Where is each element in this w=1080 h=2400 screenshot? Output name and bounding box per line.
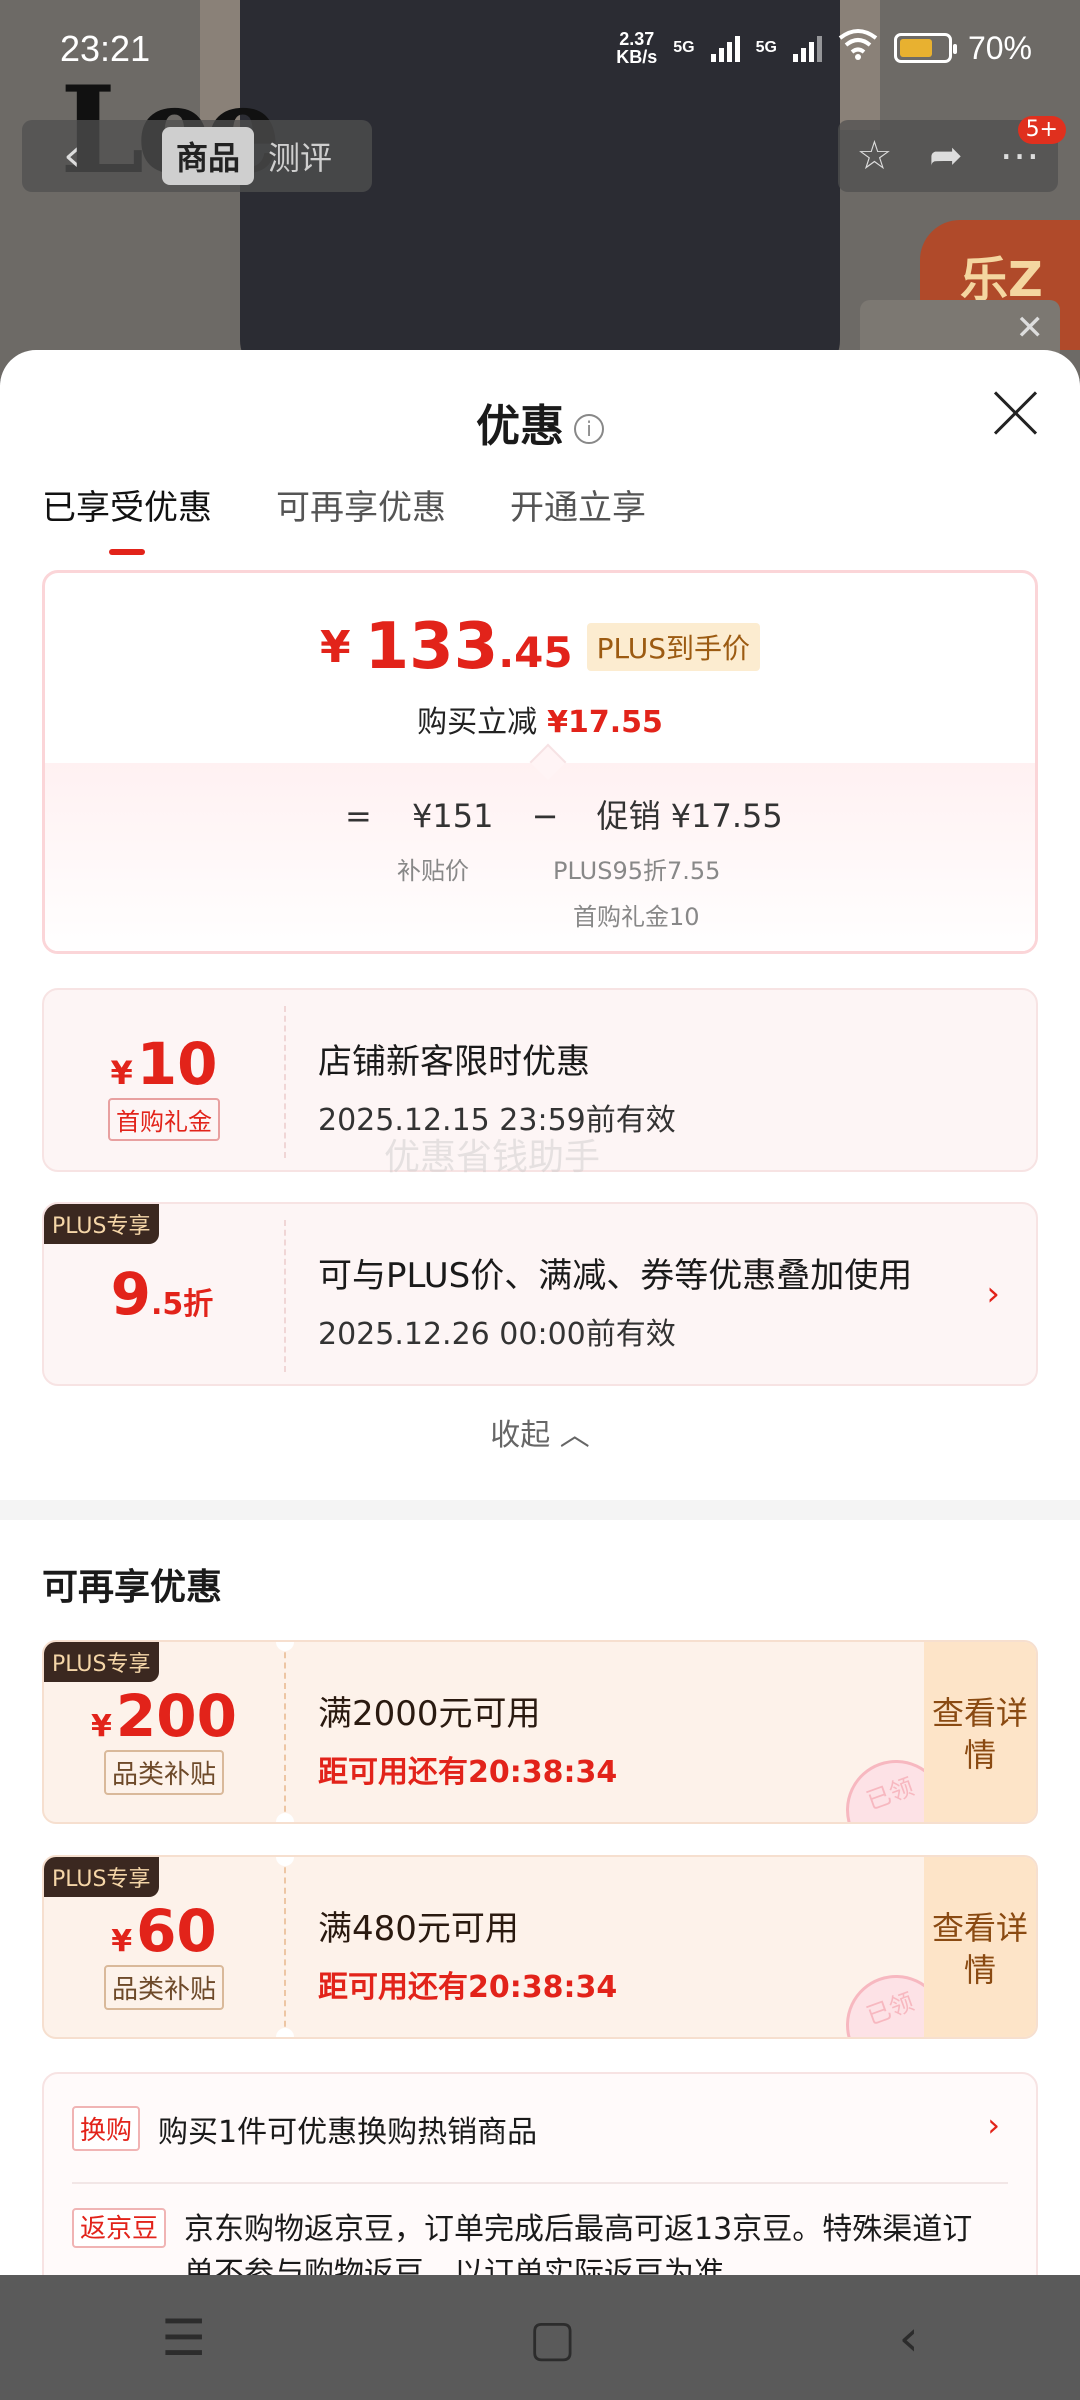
- signal-label-2: 5G: [755, 39, 777, 56]
- price-formula: = ¥151 − 促销 ¥17.55: [345, 797, 783, 835]
- promo-detail-1: PLUS95折7.55: [553, 857, 721, 885]
- net-speed: 2.37 KB/s: [616, 29, 658, 67]
- info-icon[interactable]: i: [574, 414, 604, 444]
- coupon-label: 首购礼金: [108, 1098, 220, 1141]
- coupon-countdown: 距可用还有20:38:34: [318, 1970, 618, 2005]
- coupon-title: 满480元可用: [318, 1909, 519, 1949]
- tab-product[interactable]: 商品: [162, 127, 255, 185]
- subsidy-label: 补贴价: [397, 857, 469, 885]
- price-breakdown: = ¥151 − 促销 ¥17.55 补贴价 PLUS95折7.55 首购礼金1…: [45, 763, 1035, 951]
- battery-percent: 70%: [967, 29, 1032, 66]
- divider: [284, 1220, 286, 1372]
- coupon-amount: ¥200: [91, 1682, 237, 1750]
- section-divider: [0, 1500, 1080, 1520]
- promo-detail-2: 首购礼金10: [573, 903, 700, 931]
- plus-price-tag: PLUS到手价: [586, 623, 760, 671]
- view-details-button[interactable]: 查看详情: [924, 1857, 1036, 2037]
- divider: [284, 1642, 286, 1822]
- message-badge: 5+: [1017, 116, 1066, 144]
- price-summary-card: ¥ 133 .45 PLUS到手价 购买立减 ¥17.55 = ¥151 − 促销…: [42, 570, 1038, 954]
- share-icon[interactable]: ➦: [929, 133, 963, 179]
- coupon-label: 品类补贴: [103, 1965, 224, 2010]
- discount-tabs: 已享受优惠 可再享优惠 开通立享: [42, 480, 646, 555]
- tab-activate[interactable]: 开通立享: [510, 480, 646, 529]
- final-price: ¥ 133 .45 PLUS到手价: [45, 615, 1035, 679]
- coupon-plus-discount[interactable]: PLUS专享 9.5折 可与PLUS价、满减、券等优惠叠加使用 2025.12.…: [42, 1202, 1038, 1386]
- coupon-valid: 2025.12.26 00:00前有效: [318, 1317, 676, 1352]
- product-top-nav: ‹ 商品 测评 ☆ ➦ ⋯ 5+: [22, 116, 1066, 192]
- more-discounts-title: 可再享优惠: [42, 1567, 223, 1608]
- signal-icon: [710, 34, 740, 62]
- status-bar: 23:21 2.37 KB/s 5G 5G 70%: [0, 0, 1080, 100]
- trade-in-text: 购买1件可优惠换购热销商品: [158, 2114, 538, 2150]
- coupon-title: 满2000元可用: [318, 1694, 541, 1734]
- coupon-category-60: PLUS专享 ¥60 品类补贴 满480元可用 距可用还有20:38:34 已领…: [42, 1855, 1038, 2039]
- extra-benefits-card: 换购 购买1件可优惠换购热销商品 › 返京豆 京东购物返京豆，订单完成后最高可返…: [42, 2072, 1038, 2275]
- tab-review[interactable]: 测评: [268, 133, 332, 179]
- trade-in-row[interactable]: 换购 购买1件可优惠换购热销商品: [72, 2106, 537, 2151]
- home-icon[interactable]: ▢: [529, 2309, 576, 2367]
- tab-enjoyed[interactable]: 已享受优惠: [42, 480, 212, 555]
- signal-icon: [792, 34, 822, 62]
- instant-save: 购买立减 ¥17.55: [417, 705, 663, 740]
- sheet-title: 优惠 i: [0, 390, 1080, 454]
- nav-actions: ☆ ➦ ⋯ 5+: [838, 116, 1066, 192]
- jd-beans-row: 返京豆 京东购物返京豆，订单完成后最高可返13京豆。特殊渠道订单不参与购物返豆，…: [72, 2208, 996, 2275]
- status-icons: 2.37 KB/s 5G 5G 70%: [616, 28, 1032, 68]
- coupon-title: 店铺新客限时优惠: [318, 1042, 590, 1082]
- chevron-right-icon[interactable]: ›: [986, 1274, 1000, 1314]
- coupon-amount: 9.5折: [110, 1260, 214, 1328]
- divider: [284, 1857, 286, 2037]
- back-arrow-icon[interactable]: ‹: [22, 120, 122, 192]
- chevron-up-icon: ︿: [559, 1418, 590, 1453]
- view-details-button[interactable]: 查看详情: [924, 1642, 1036, 1822]
- coupon-label: 品类补贴: [103, 1750, 224, 1795]
- status-time: 23:21: [60, 28, 151, 69]
- divider: [72, 2182, 1008, 2184]
- star-icon[interactable]: ☆: [856, 133, 892, 179]
- back-nav-icon[interactable]: ‹: [899, 2309, 919, 2367]
- product-tabs: 商品 测评: [122, 120, 372, 192]
- signal-label-1: 5G: [673, 39, 695, 56]
- close-icon[interactable]: ✕: [1016, 308, 1045, 348]
- notch: [276, 2028, 294, 2037]
- close-icon[interactable]: [990, 388, 1040, 438]
- divider: [284, 1006, 286, 1158]
- chevron-right-icon[interactable]: ›: [987, 2106, 1000, 2144]
- collapse-button[interactable]: 收起 ︿: [0, 1410, 1080, 1454]
- discount-sheet: 优惠 i 已享受优惠 可再享优惠 开通立享 ¥ 133 .45 PLUS到手价 购…: [0, 350, 1080, 2275]
- battery-icon: [893, 33, 957, 63]
- jd-beans-tag: 返京豆: [72, 2208, 167, 2248]
- coupon-category-200: PLUS专享 ¥200 品类补贴 满2000元可用 距可用还有20:38:34 …: [42, 1640, 1038, 1824]
- wifi-icon: [838, 28, 878, 68]
- coupon-title: 可与PLUS价、满减、券等优惠叠加使用: [318, 1256, 913, 1296]
- system-nav-bar: ☰ ▢ ‹: [0, 2275, 1080, 2400]
- coupon-countdown: 距可用还有20:38:34: [318, 1755, 618, 1790]
- menu-icon[interactable]: ☰: [161, 2309, 206, 2367]
- jd-beans-text: 京东购物返京豆，订单完成后最高可返13京豆。特殊渠道订单不参与购物返豆，以订单实…: [184, 2212, 973, 2275]
- coupon-amount: ¥10: [110, 1030, 218, 1098]
- coupon-amount: ¥60: [111, 1897, 217, 1965]
- watermark-text: 优惠省钱助手: [384, 1137, 601, 1178]
- trade-in-tag: 换购: [72, 2106, 141, 2151]
- notch: [276, 1813, 294, 1822]
- tab-more[interactable]: 可再享优惠: [276, 480, 446, 529]
